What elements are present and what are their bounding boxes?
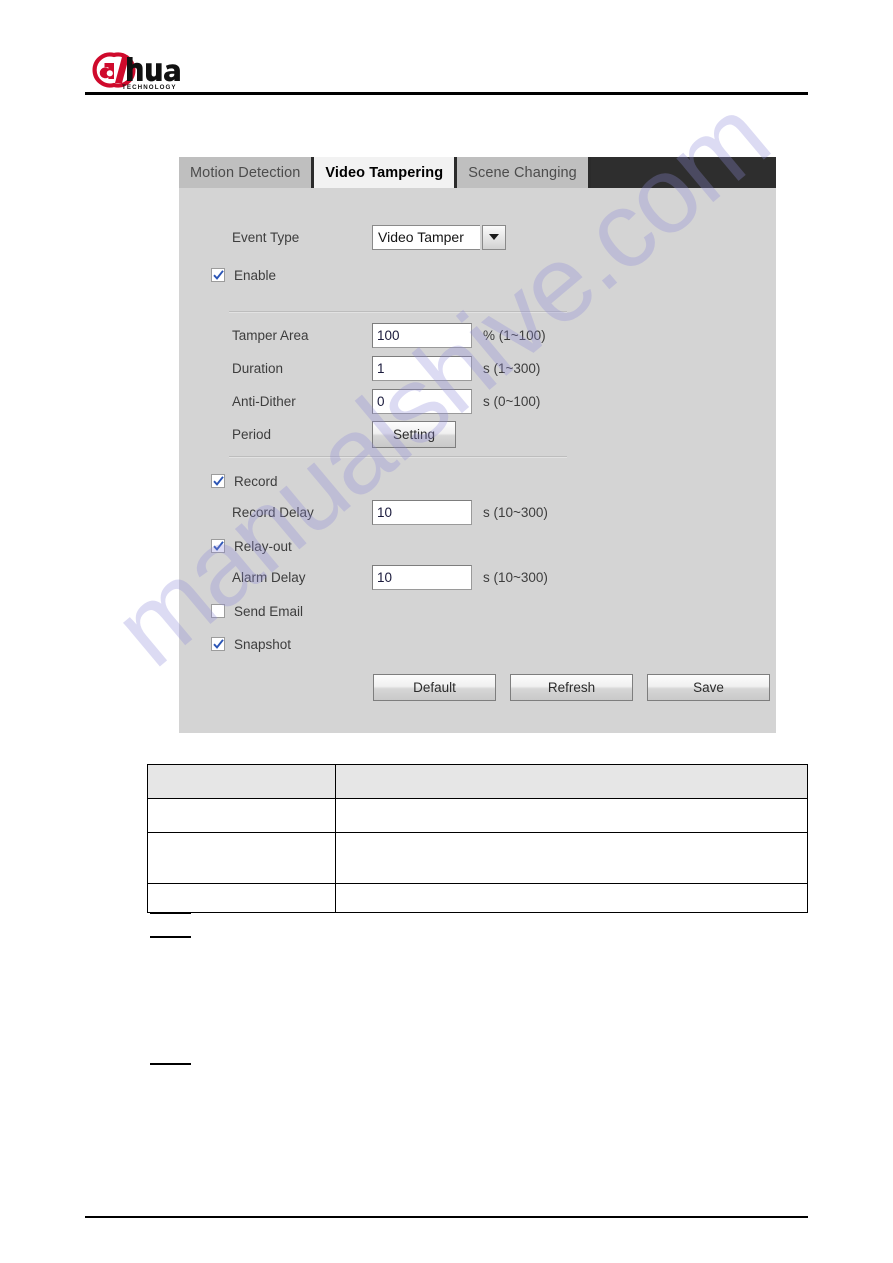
table-cell <box>147 832 336 884</box>
svg-text:TECHNOLOGY: TECHNOLOGY <box>122 84 177 91</box>
duration-hint: s (1~300) <box>483 360 541 376</box>
refresh-button[interactable]: Refresh <box>510 673 633 701</box>
table-cell <box>335 883 808 913</box>
table-cell <box>335 798 808 833</box>
event-type-select[interactable]: Video Tamper <box>372 224 506 250</box>
record-delay-label: Record Delay <box>232 504 314 520</box>
alarm-delay-row: Alarm Delay s (10~300) <box>232 564 548 590</box>
tab-video-tampering[interactable]: Video Tampering <box>314 157 458 188</box>
default-button[interactable]: Default <box>373 673 496 701</box>
note-rule-3 <box>150 1063 191 1065</box>
tab-motion-detection[interactable]: Motion Detection <box>179 157 315 188</box>
snapshot-row[interactable]: Snapshot <box>211 631 291 657</box>
tamper-area-label: Tamper Area <box>232 327 309 343</box>
action-buttons: Default Refresh Save <box>373 673 770 701</box>
tamper-area-input[interactable] <box>372 322 472 348</box>
tab-strip-filler <box>590 157 776 188</box>
tab-scene-changing[interactable]: Scene Changing <box>457 157 591 188</box>
relay-out-label: Relay-out <box>234 538 292 554</box>
document-header: TECHNOLOGY <box>85 46 808 96</box>
relay-out-row[interactable]: Relay-out <box>211 533 292 559</box>
send-email-checkbox[interactable] <box>211 604 225 618</box>
table-cell <box>147 883 336 913</box>
alarm-delay-hint: s (10~300) <box>483 569 548 585</box>
period-label: Period <box>232 426 272 442</box>
enable-row[interactable]: Enable <box>211 262 276 288</box>
period-row: Period Setting <box>232 420 456 448</box>
event-type-label: Event Type <box>232 229 300 245</box>
table-header-cell-1 <box>147 764 336 799</box>
video-tampering-panel: Motion Detection Video Tampering Scene C… <box>179 157 776 733</box>
table-row <box>147 883 808 913</box>
parameter-table <box>147 764 808 913</box>
record-checkbox[interactable] <box>211 474 225 488</box>
anti-dither-label: Anti-Dither <box>232 393 296 409</box>
record-delay-row: Record Delay s (10~300) <box>232 499 548 525</box>
event-type-row: Event Type Video Tamper <box>232 224 506 250</box>
record-delay-input[interactable] <box>372 499 472 525</box>
panel-form: Event Type Video Tamper Enable Tamper Ar… <box>179 188 776 733</box>
duration-input[interactable] <box>372 355 472 381</box>
snapshot-label: Snapshot <box>234 636 292 652</box>
note-rule-2 <box>150 936 191 938</box>
dahua-logo: TECHNOLOGY <box>88 49 196 91</box>
alarm-delay-label: Alarm Delay <box>232 569 306 585</box>
table-row <box>147 798 808 833</box>
tamper-area-row: Tamper Area % (1~100) <box>232 322 546 348</box>
header-divider <box>85 92 808 95</box>
anti-dither-row: Anti-Dither s (0~100) <box>232 388 540 414</box>
table-header-cell-2 <box>335 764 808 799</box>
record-delay-hint: s (10~300) <box>483 504 548 520</box>
table-cell <box>335 832 808 884</box>
send-email-label: Send Email <box>234 603 304 619</box>
event-type-value: Video Tamper <box>372 224 480 250</box>
enable-checkbox[interactable] <box>211 268 225 282</box>
table-cell <box>147 798 336 833</box>
period-setting-button[interactable]: Setting <box>372 420 456 448</box>
footer-divider <box>85 1216 808 1218</box>
send-email-row[interactable]: Send Email <box>211 598 303 624</box>
duration-label: Duration <box>232 360 284 376</box>
section-divider-2 <box>229 456 567 457</box>
table-row <box>147 832 808 884</box>
record-label: Record <box>234 473 278 489</box>
record-row[interactable]: Record <box>211 468 278 494</box>
snapshot-checkbox[interactable] <box>211 637 225 651</box>
chevron-down-icon[interactable] <box>482 224 506 250</box>
save-button[interactable]: Save <box>647 673 770 701</box>
alarm-delay-input[interactable] <box>372 564 472 590</box>
duration-row: Duration s (1~300) <box>232 355 540 381</box>
table-header-row <box>147 764 808 799</box>
relay-out-checkbox[interactable] <box>211 539 225 553</box>
anti-dither-input[interactable] <box>372 388 472 414</box>
event-tabs: Motion Detection Video Tampering Scene C… <box>179 157 776 188</box>
enable-label: Enable <box>234 267 277 283</box>
section-divider-1 <box>229 311 567 312</box>
anti-dither-hint: s (0~100) <box>483 393 541 409</box>
tamper-area-hint: % (1~100) <box>483 327 546 343</box>
note-rule-1 <box>150 912 191 914</box>
